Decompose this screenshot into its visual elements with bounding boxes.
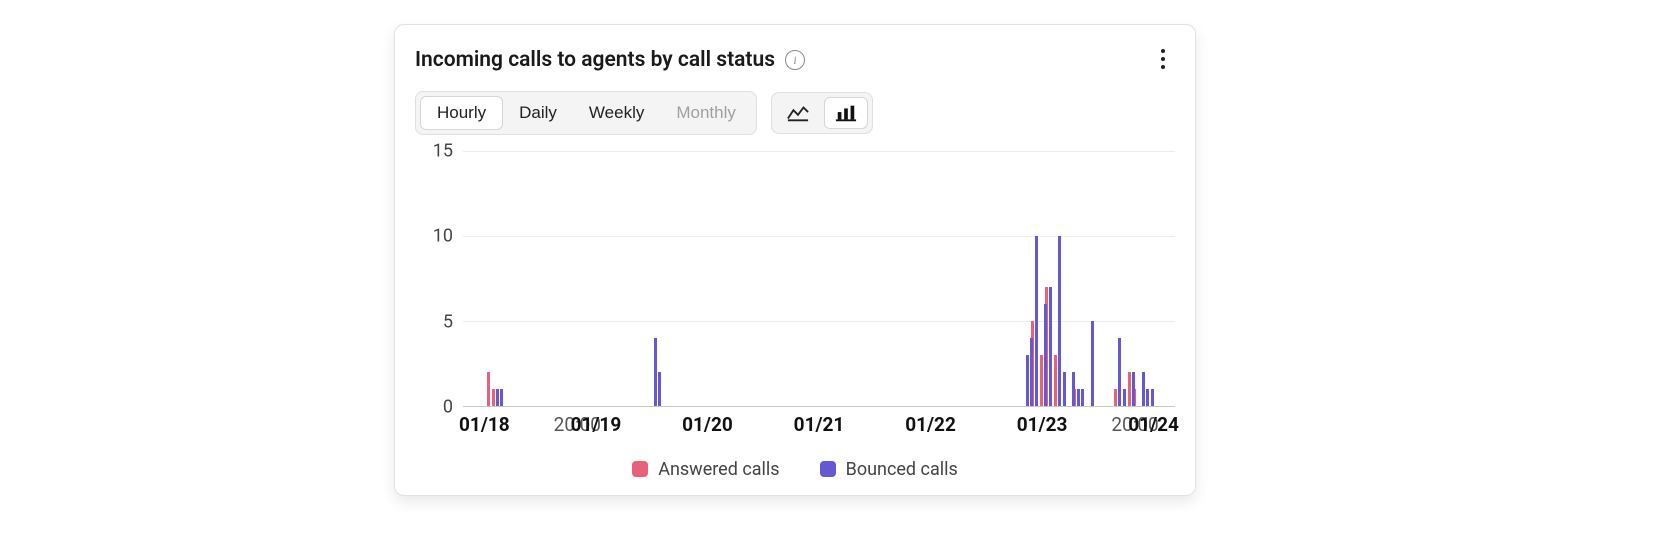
bar-answered bbox=[1114, 389, 1117, 406]
x-tick-label: 01/19 bbox=[571, 413, 622, 436]
bar-bounced bbox=[1142, 372, 1145, 406]
y-axis: 051015 bbox=[415, 151, 455, 407]
swatch-answered-icon bbox=[632, 461, 648, 477]
bar-answered bbox=[1128, 372, 1131, 406]
legend-item-answered[interactable]: Answered calls bbox=[632, 459, 779, 480]
granularity-monthly-button: Monthly bbox=[660, 96, 752, 130]
bar-bounced bbox=[1123, 389, 1126, 406]
x-tick-label: 01/18 bbox=[459, 413, 510, 436]
bar-bounced bbox=[496, 389, 499, 406]
grid-line bbox=[463, 151, 1175, 152]
legend-label: Answered calls bbox=[658, 459, 779, 480]
bar-bounced bbox=[1030, 338, 1033, 406]
bar-bounced bbox=[1049, 287, 1052, 406]
granularity-toggle-group: HourlyDailyWeeklyMonthly bbox=[415, 91, 757, 135]
bar-answered bbox=[1040, 355, 1043, 406]
line-chart-button[interactable] bbox=[776, 97, 820, 129]
plot-area bbox=[463, 151, 1175, 407]
chart-area: 051015 01/1820:0001/1901/2001/2101/2201/… bbox=[415, 151, 1175, 437]
bar-chart-button[interactable] bbox=[824, 97, 868, 129]
bar-bounced bbox=[658, 372, 661, 406]
bar-bounced bbox=[1146, 389, 1149, 406]
bar-bounced bbox=[1026, 355, 1029, 406]
bar-bounced bbox=[1035, 236, 1038, 406]
bar-bounced bbox=[1044, 304, 1047, 406]
card-title: Incoming calls to agents by call status bbox=[415, 48, 775, 72]
bar-bounced bbox=[1058, 236, 1061, 406]
y-tick-label: 5 bbox=[415, 311, 453, 332]
chart-legend: Answered calls Bounced calls bbox=[395, 455, 1195, 483]
bar-answered bbox=[1054, 355, 1057, 406]
info-icon[interactable]: i bbox=[785, 50, 805, 70]
bar-chart-icon bbox=[835, 104, 857, 122]
chart-type-toggle-group bbox=[771, 92, 873, 134]
bar-bounced bbox=[1077, 389, 1080, 406]
y-tick-label: 10 bbox=[415, 226, 453, 247]
bar-bounced bbox=[1151, 389, 1154, 406]
granularity-daily-button[interactable]: Daily bbox=[503, 96, 573, 130]
bar-bounced bbox=[1118, 338, 1121, 406]
bar-answered bbox=[487, 372, 490, 406]
y-tick-label: 0 bbox=[415, 397, 453, 418]
bar-bounced bbox=[1132, 372, 1135, 406]
grid-line bbox=[463, 236, 1175, 237]
more-options-button[interactable] bbox=[1151, 45, 1175, 73]
grid-line bbox=[463, 321, 1175, 322]
legend-label: Bounced calls bbox=[846, 459, 958, 480]
bar-bounced bbox=[1081, 389, 1084, 406]
x-tick-label: 01/22 bbox=[905, 413, 956, 436]
swatch-bounced-icon bbox=[820, 461, 836, 477]
bar-bounced bbox=[1072, 372, 1075, 406]
bar-bounced bbox=[1091, 321, 1094, 406]
x-tick-label: 01/20 bbox=[682, 413, 733, 436]
x-axis: 01/1820:0001/1901/2001/2101/2201/2320:00… bbox=[463, 409, 1175, 437]
x-tick-label: 01/21 bbox=[794, 413, 845, 436]
line-chart-icon bbox=[787, 104, 809, 122]
granularity-hourly-button[interactable]: Hourly bbox=[420, 96, 503, 130]
y-tick-label: 15 bbox=[415, 141, 453, 162]
bar-bounced bbox=[654, 338, 657, 406]
bar-bounced bbox=[1063, 372, 1066, 406]
legend-item-bounced[interactable]: Bounced calls bbox=[820, 459, 958, 480]
x-tick-label: 01/24 bbox=[1128, 413, 1179, 436]
bar-answered bbox=[492, 389, 495, 406]
x-tick-label: 01/23 bbox=[1017, 413, 1068, 436]
bar-bounced bbox=[500, 389, 503, 406]
calls-by-status-card: Incoming calls to agents by call status … bbox=[394, 24, 1196, 496]
granularity-weekly-button[interactable]: Weekly bbox=[573, 96, 660, 130]
